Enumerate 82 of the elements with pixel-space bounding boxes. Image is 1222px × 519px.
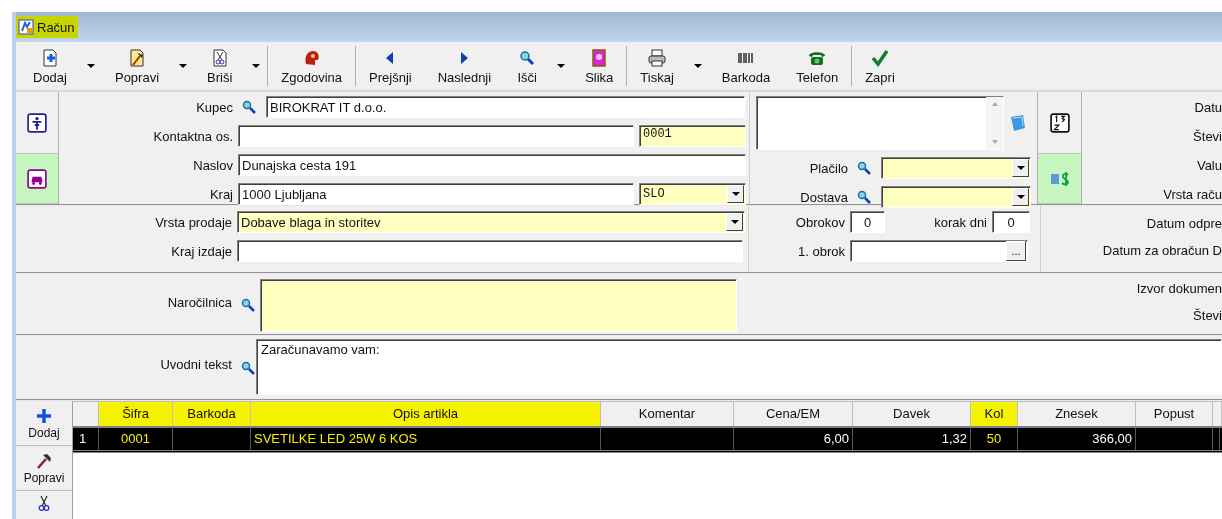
table-cell: 1,32 bbox=[853, 428, 971, 450]
field-label: Datum odpre bbox=[1146, 215, 1222, 233]
payment-dropdown[interactable] bbox=[881, 157, 1031, 179]
arrow-right-icon bbox=[460, 51, 469, 64]
text-area[interactable] bbox=[756, 96, 1004, 150]
field-label: Kraj bbox=[208, 186, 233, 202]
search-icon[interactable] bbox=[240, 297, 256, 313]
search-icon[interactable] bbox=[240, 360, 256, 376]
plus-icon bbox=[35, 406, 53, 425]
toolbar-button[interactable]: Prejšnji bbox=[356, 42, 425, 90]
column-header[interactable]: Šifra bbox=[99, 402, 173, 426]
info-icon bbox=[27, 112, 47, 133]
toolbar-button[interactable]: Barkoda bbox=[708, 42, 784, 90]
table-cell: 6,00 bbox=[734, 428, 853, 450]
date-field[interactable]: ... bbox=[850, 240, 1028, 262]
table-cell: 0001 bbox=[99, 428, 173, 450]
app-icon bbox=[18, 19, 34, 35]
field-label: Števi bbox=[1193, 307, 1222, 325]
car-icon bbox=[27, 168, 47, 189]
add-page-icon bbox=[40, 47, 60, 68]
toolbar-button[interactable]: Slika bbox=[572, 42, 627, 90]
code-field[interactable]: 0001 bbox=[639, 125, 746, 147]
field-label: Kupec bbox=[195, 99, 233, 115]
order-text-area[interactable] bbox=[260, 279, 737, 332]
table-cell: 366,00 bbox=[1018, 428, 1136, 450]
sale-type-dropdown[interactable]: Dobave blaga in storitev bbox=[237, 211, 745, 233]
column-header[interactable]: Opis artikla bbox=[251, 402, 601, 426]
field-label: Kraj izdaje bbox=[170, 243, 232, 259]
search-icon[interactable] bbox=[856, 160, 872, 176]
toolbar-button[interactable]: Popravi bbox=[101, 42, 173, 90]
field-label: Kontaktna os. bbox=[152, 128, 233, 144]
field-label: Datum za obračun D bbox=[1102, 242, 1222, 260]
delivery-dropdown[interactable] bbox=[881, 186, 1031, 208]
field-label: Valu bbox=[1196, 157, 1222, 175]
field-label: Dostava bbox=[799, 189, 848, 205]
country-dropdown[interactable]: SLO bbox=[639, 183, 746, 205]
browse-button[interactable]: ... bbox=[1006, 241, 1026, 261]
intro-text-area[interactable]: Zaračunavamo vam: bbox=[256, 339, 1222, 395]
input-field[interactable] bbox=[238, 125, 634, 147]
toolbar-button[interactable]: Tiskaj bbox=[627, 42, 687, 90]
printer-icon bbox=[647, 47, 668, 68]
field-label: Izvor dokumen bbox=[1136, 280, 1222, 298]
input-field[interactable]: Dunajska cesta 191 bbox=[238, 154, 746, 176]
toolbar-button[interactable]: Zapri bbox=[852, 42, 908, 90]
checkmark-icon bbox=[869, 47, 890, 68]
toolbar-button[interactable]: Telefon bbox=[783, 42, 852, 90]
toolbar-button[interactable]: Dodaj bbox=[20, 42, 80, 90]
table-cell: SVETILKE LED 25W 6 KOS bbox=[251, 428, 601, 450]
field-label: Naslov bbox=[192, 157, 233, 173]
arrow-left-icon bbox=[386, 51, 395, 64]
side-tab[interactable] bbox=[16, 154, 58, 204]
column-header[interactable]: Kol bbox=[971, 402, 1018, 426]
note-icon[interactable] bbox=[1008, 113, 1028, 133]
field-label: Uvodni tekst bbox=[159, 357, 232, 372]
field-label: Števi bbox=[1193, 128, 1222, 146]
input-field[interactable]: 1000 Ljubljana bbox=[238, 183, 634, 205]
table-cell: 50 bbox=[971, 428, 1018, 450]
input-field[interactable]: BIROKRAT IT d.o.o. bbox=[266, 96, 745, 118]
toolbar-button[interactable]: Išči bbox=[504, 42, 551, 90]
field-label: Obrokov bbox=[794, 214, 845, 230]
hammer-icon bbox=[35, 451, 53, 470]
input-field[interactable]: 0 bbox=[992, 211, 1030, 233]
row-number: 1 bbox=[73, 428, 99, 450]
column-header[interactable]: Barkoda bbox=[173, 402, 251, 426]
input-field[interactable] bbox=[237, 240, 743, 262]
hammer-page-icon bbox=[127, 47, 147, 68]
input-field[interactable]: 0 bbox=[850, 211, 885, 233]
search-icon[interactable] bbox=[856, 189, 872, 205]
field-label: 1. obrok bbox=[797, 243, 845, 259]
field-label: Vrsta prodaje bbox=[154, 214, 232, 230]
digits-icon bbox=[1049, 112, 1070, 133]
window-title: Račun bbox=[16, 16, 78, 38]
table-row[interactable]: 1 0001 SVETILKE LED 25W 6 KOS 6,00 1,32 50 366,00 bbox=[73, 426, 1222, 453]
toolbar-button[interactable]: Briši bbox=[194, 42, 246, 90]
search-icon[interactable] bbox=[241, 99, 257, 115]
field-label: korak dni bbox=[933, 214, 987, 230]
field-label: Plačilo bbox=[808, 160, 848, 176]
field-label: Datu bbox=[1194, 99, 1222, 117]
field-label: Vrsta raču bbox=[1163, 186, 1222, 204]
toolbar-button[interactable]: Zgodovina bbox=[268, 42, 356, 90]
toolbar-button[interactable]: Naslednji bbox=[424, 42, 505, 90]
field-label: Naročilnica bbox=[166, 295, 232, 310]
